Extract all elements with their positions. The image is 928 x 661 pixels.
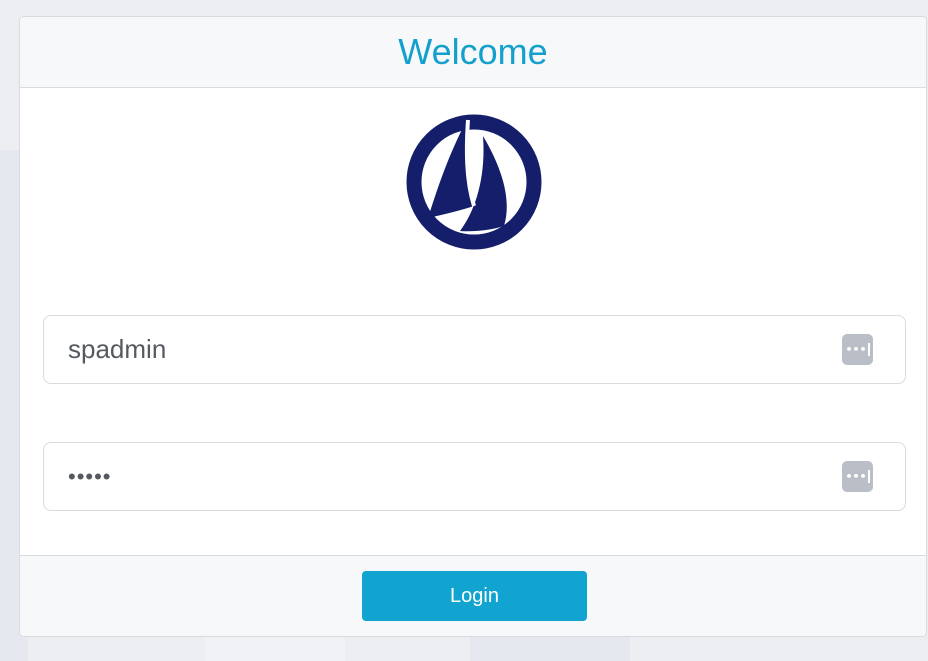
dialog-footer: Login xyxy=(20,555,926,636)
password-input[interactable] xyxy=(44,443,842,510)
sailboat-logo-icon xyxy=(406,114,542,250)
password-manager-icon[interactable]: ••• xyxy=(842,334,873,365)
username-field: ••• xyxy=(43,315,906,384)
username-input[interactable] xyxy=(44,316,842,383)
background-shape xyxy=(470,636,630,661)
background-shape xyxy=(205,636,345,661)
password-manager-icon[interactable]: ••• xyxy=(842,461,873,492)
dialog-header: Welcome xyxy=(20,17,926,88)
dialog-title: Welcome xyxy=(398,31,548,72)
dialog-body: ••• ••• xyxy=(20,88,926,556)
login-dialog: Welcome ••• ••• Login xyxy=(19,16,927,637)
login-button[interactable]: Login xyxy=(362,571,587,621)
password-field: ••• xyxy=(43,442,906,511)
